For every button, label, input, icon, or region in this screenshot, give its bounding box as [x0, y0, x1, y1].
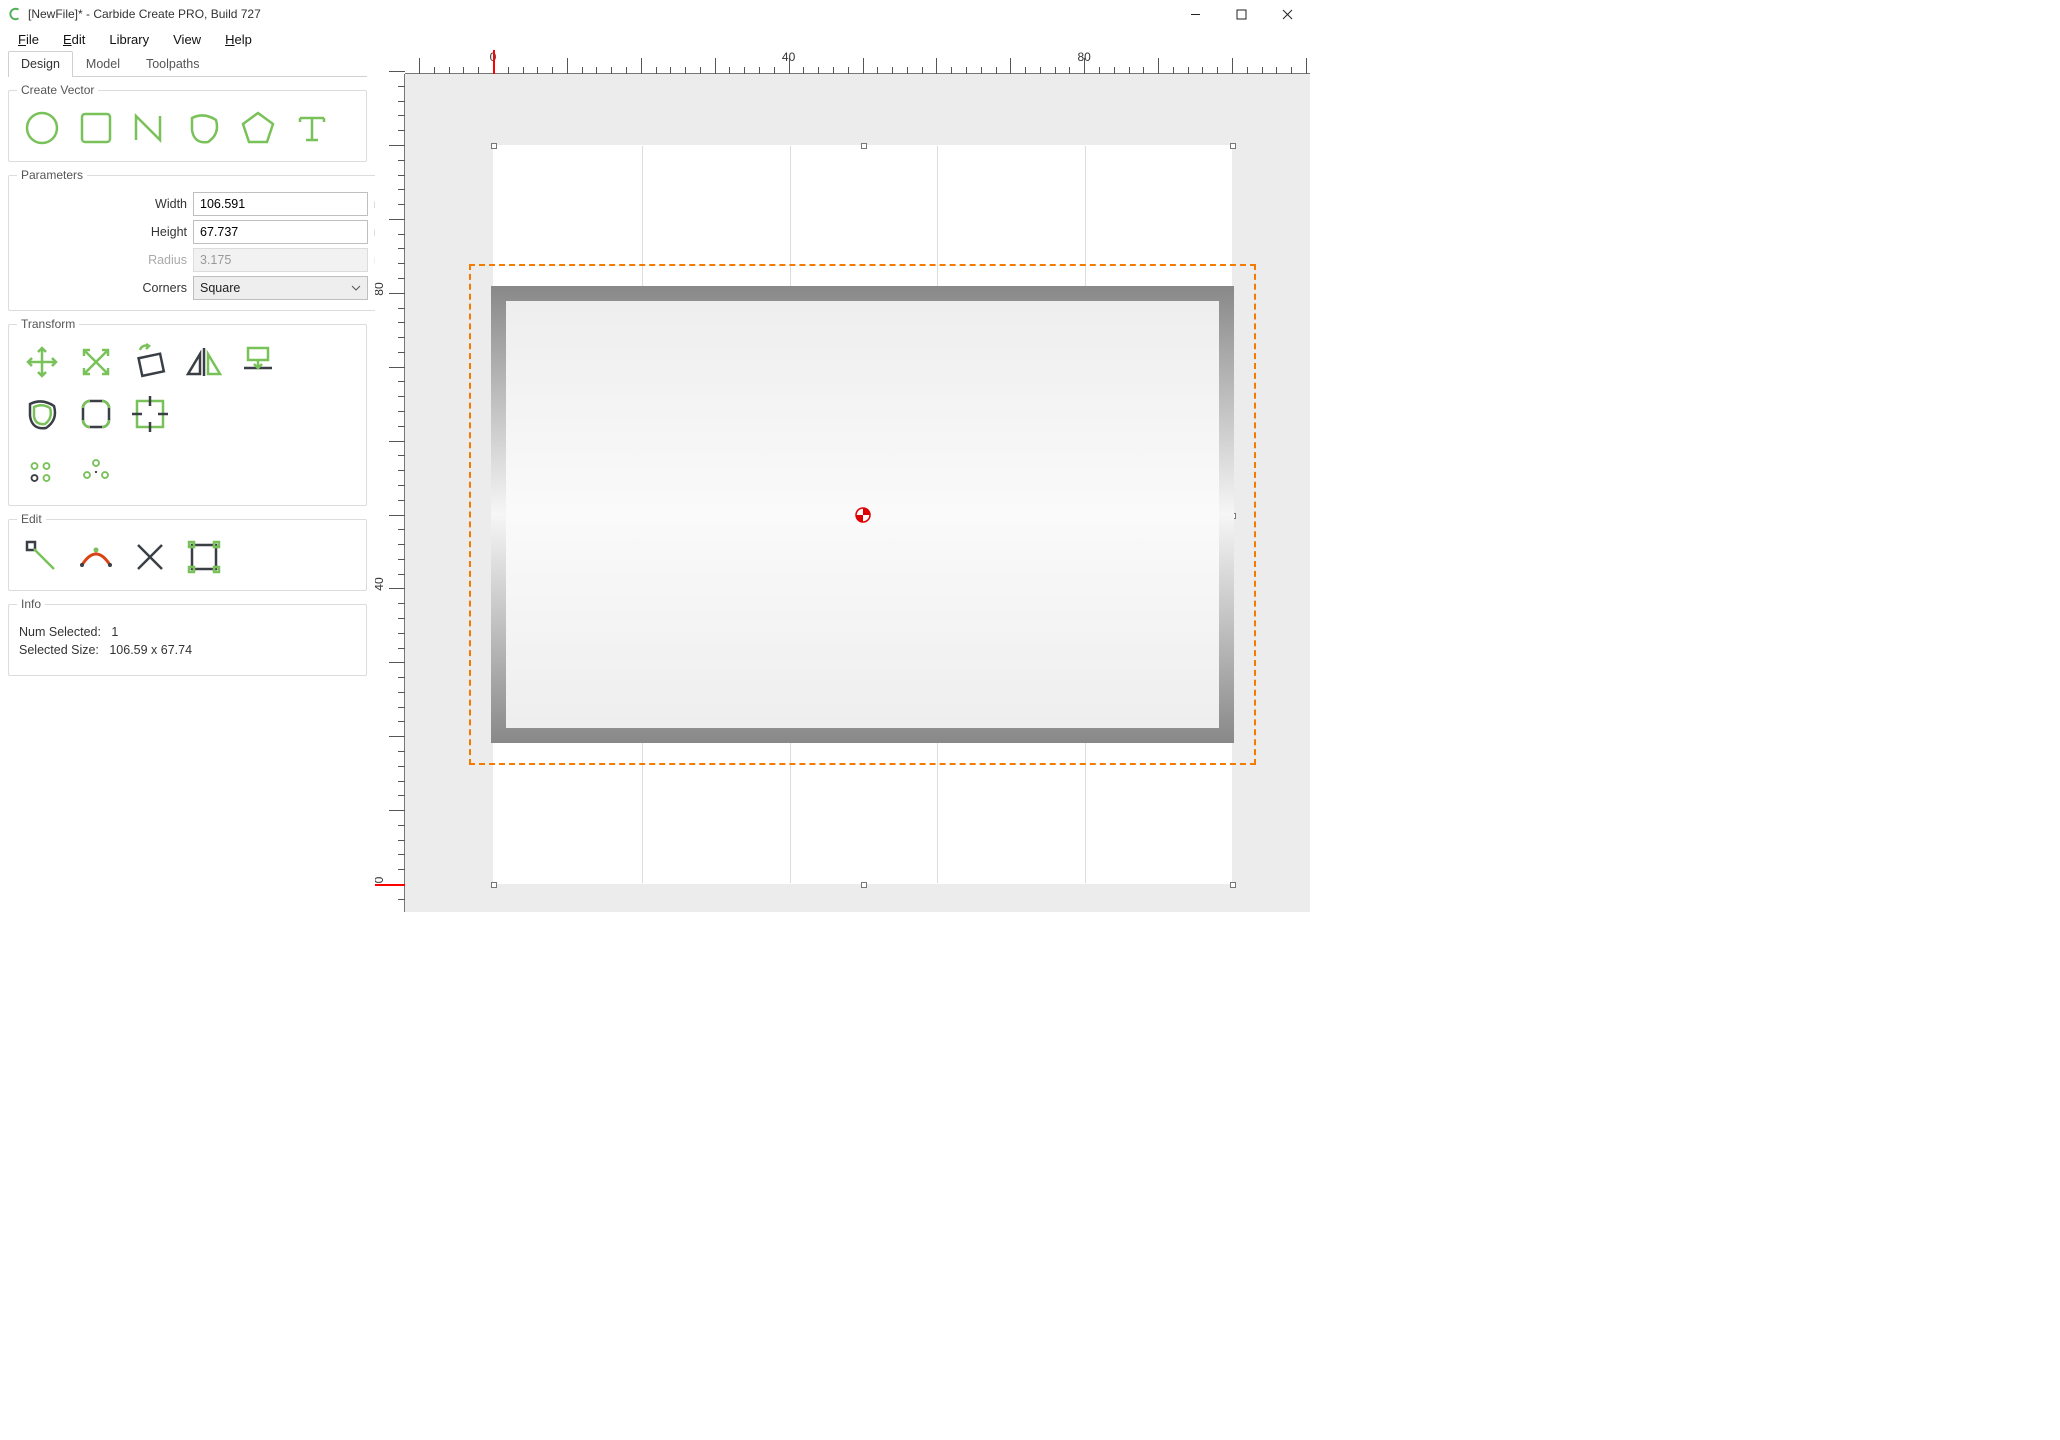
- tab-design[interactable]: Design: [8, 51, 73, 77]
- stock-handle[interactable]: [491, 143, 497, 149]
- titlebar: [NewFile]* - Carbide Create PRO, Build 7…: [0, 0, 1310, 28]
- stock-handle[interactable]: [861, 143, 867, 149]
- width-input[interactable]: [193, 192, 368, 216]
- panel-edit-title: Edit: [17, 512, 46, 526]
- panel-transform: Transform: [8, 317, 367, 506]
- stock-handle[interactable]: [1230, 143, 1236, 149]
- transform-array-circular[interactable]: [71, 449, 121, 495]
- edit-trim[interactable]: [71, 534, 121, 580]
- transform-align[interactable]: [233, 339, 283, 385]
- menu-file[interactable]: File: [6, 30, 51, 49]
- ruler-label: 80: [375, 277, 386, 301]
- edit-cut[interactable]: [125, 534, 175, 580]
- ruler-label: 40: [782, 50, 795, 64]
- ruler-label: 80: [1078, 50, 1091, 64]
- ruler-label: 40: [375, 572, 386, 596]
- transform-offset[interactable]: [17, 391, 67, 437]
- tool-text[interactable]: [287, 105, 337, 151]
- app-icon: [8, 7, 22, 21]
- tool-polygon[interactable]: [233, 105, 283, 151]
- menubar: File Edit Library View Help: [0, 28, 1310, 50]
- tab-model[interactable]: Model: [73, 51, 133, 77]
- transform-move[interactable]: [17, 339, 67, 385]
- center-mark-icon: [855, 507, 871, 523]
- sidebar: Design Model Toolpaths Create Vector: [0, 50, 375, 912]
- minimize-button[interactable]: [1172, 0, 1218, 28]
- corners-value: Square: [200, 281, 240, 295]
- ruler-origin-mark-h: [493, 50, 495, 74]
- tab-toolpaths[interactable]: Toolpaths: [133, 51, 213, 77]
- menu-help[interactable]: Help: [213, 30, 264, 49]
- corners-label: Corners: [17, 281, 187, 295]
- width-label: Width: [17, 197, 187, 211]
- tool-rectangle[interactable]: [71, 105, 121, 151]
- ruler-origin-mark-v: [375, 884, 405, 886]
- panel-info-title: Info: [17, 597, 45, 611]
- height-input[interactable]: [193, 220, 368, 244]
- panel-create-vector: Create Vector: [8, 83, 367, 162]
- panel-parameters: Parameters Width mm Height mm Radius mm: [8, 168, 411, 311]
- menu-view[interactable]: View: [161, 30, 213, 49]
- transform-array-linear[interactable]: [17, 449, 67, 495]
- height-label: Height: [17, 225, 187, 239]
- corners-select[interactable]: Square: [193, 276, 368, 300]
- panel-edit: Edit: [8, 512, 367, 591]
- window-title: [NewFile]* - Carbide Create PRO, Build 7…: [28, 7, 261, 21]
- edit-node[interactable]: [17, 534, 67, 580]
- panel-info: Info Num Selected: 1 Selected Size: 106.…: [8, 597, 367, 676]
- edit-boolean[interactable]: [179, 534, 229, 580]
- radius-label: Radius: [17, 253, 187, 267]
- panel-create-vector-title: Create Vector: [17, 83, 98, 97]
- maximize-button[interactable]: [1218, 0, 1264, 28]
- num-selected-label: Num Selected:: [19, 625, 101, 639]
- close-button[interactable]: [1264, 0, 1310, 28]
- tool-curve[interactable]: [179, 105, 229, 151]
- stock-handle[interactable]: [1230, 882, 1236, 888]
- chevron-down-icon: [351, 283, 361, 293]
- canvas-area[interactable]: 0 40 80 0 40 80: [375, 50, 1310, 912]
- transform-scale[interactable]: [71, 339, 121, 385]
- panel-parameters-title: Parameters: [17, 168, 87, 182]
- selected-size-value: 106.59 x 67.74: [109, 643, 192, 657]
- menu-edit[interactable]: Edit: [51, 30, 97, 49]
- ruler-label: 0: [375, 868, 386, 892]
- radius-input: [193, 248, 368, 272]
- ruler-vertical[interactable]: 0 40 80: [375, 74, 405, 912]
- transform-fillet[interactable]: [71, 391, 121, 437]
- num-selected-value: 1: [111, 625, 118, 639]
- menu-library[interactable]: Library: [97, 30, 161, 49]
- transform-dogbone[interactable]: [125, 391, 175, 437]
- selected-size-label: Selected Size:: [19, 643, 99, 657]
- transform-mirror[interactable]: [179, 339, 229, 385]
- ruler-horizontal[interactable]: 04080: [405, 50, 1310, 74]
- stock-handle[interactable]: [861, 882, 867, 888]
- transform-rotate[interactable]: [125, 339, 175, 385]
- tool-polyline[interactable]: [125, 105, 175, 151]
- stock-handle[interactable]: [491, 882, 497, 888]
- panel-transform-title: Transform: [17, 317, 79, 331]
- viewport[interactable]: [405, 74, 1310, 912]
- tool-circle[interactable]: [17, 105, 67, 151]
